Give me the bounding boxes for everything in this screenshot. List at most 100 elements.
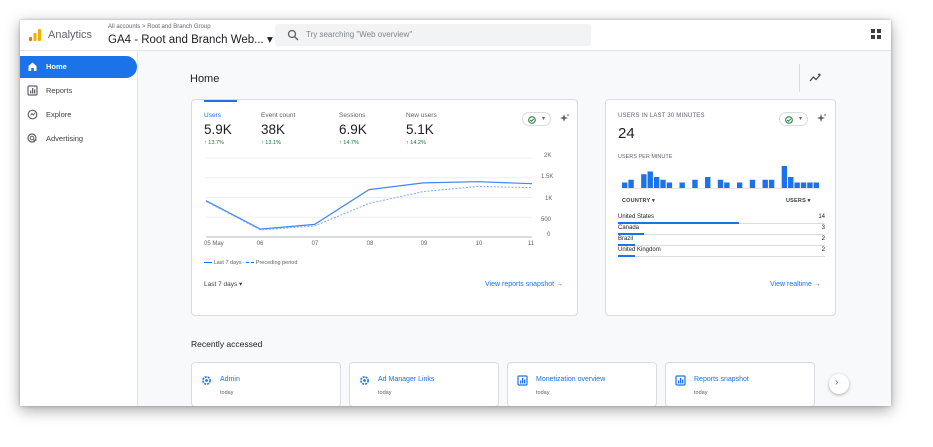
minute-bar [622, 182, 628, 188]
legend-label: Last 7 days [213, 260, 242, 266]
minute-bar [781, 166, 788, 188]
country-name: Canada [618, 225, 640, 231]
sidebar-item-advertising[interactable]: Advertising [20, 128, 137, 150]
country-name: United States [618, 214, 655, 220]
carousel-next-button[interactable]: › [829, 374, 849, 394]
x-tick-label: 05 May [204, 241, 224, 247]
recent-item-title: Reports snapshot [694, 376, 749, 383]
gear-icon [360, 376, 369, 385]
sidebar-item-explore[interactable]: Explore [20, 104, 137, 126]
recent-item-time: today [694, 390, 708, 396]
recent-item-ad-manager-links[interactable]: Ad Manager Links today [349, 362, 499, 406]
insights-icon [809, 73, 821, 82]
table-row[interactable]: Brazil 2 [618, 235, 825, 246]
report-icon [517, 375, 528, 386]
report-icon [675, 375, 686, 386]
home-icon [28, 62, 37, 71]
app-window: Analytics All accounts > Root and Branch… [20, 20, 891, 406]
sidebar-item-label: Reports [46, 86, 73, 95]
main-content: Home Users 5.9K ↑ 13.7% Event count 38K … [138, 51, 891, 406]
table-row[interactable]: United Kingdom 2 [618, 246, 825, 257]
x-tick-label: 10 [475, 241, 483, 247]
minute-bar [749, 179, 756, 188]
top-bar: Analytics All accounts > Root and Branch… [20, 20, 891, 51]
minute-bar [800, 182, 807, 188]
minute-bar [807, 182, 813, 188]
recent-item-title: Admin [220, 376, 240, 383]
x-tick-label: 06 [256, 241, 264, 247]
minute-bar [628, 179, 634, 188]
y-tick-label: 500 [541, 217, 552, 223]
sidebar-item-label: Explore [46, 110, 72, 119]
breadcrumb[interactable]: All accounts > Root and Branch Group [108, 24, 211, 30]
minute-bar [641, 174, 647, 188]
legend-swatch-dashed [246, 262, 255, 264]
property-selector[interactable]: GA4 - Root and Branch Web... ▾ [108, 32, 273, 46]
reports-icon [27, 85, 38, 96]
x-tick-label: 08 [366, 241, 374, 247]
search-icon [287, 29, 299, 41]
sidebar-item-home[interactable]: Home [20, 56, 137, 78]
date-range-dropdown[interactable]: Last 7 days ▾ [204, 280, 242, 288]
y-tick-label: 1K [545, 196, 553, 202]
x-tick-label: 07 [311, 241, 319, 247]
view-realtime-link[interactable]: View realtime → [770, 281, 821, 288]
page-title: Home [190, 73, 220, 85]
sidebar-item-label: Advertising [46, 134, 84, 143]
recent-item-time: today [536, 390, 550, 396]
insights-button[interactable] [799, 64, 831, 92]
sidebar-item-label: Home [46, 62, 67, 71]
table-row[interactable]: United States 14 [618, 213, 825, 224]
minute-bar [666, 182, 673, 188]
minute-bar [692, 179, 698, 188]
minute-bar [762, 179, 768, 188]
country-name: United Kingdom [618, 247, 661, 253]
row-divider [618, 256, 825, 257]
users-column-header[interactable]: USERS ▾ [786, 198, 811, 204]
explore-icon [27, 109, 38, 120]
advertising-icon [27, 133, 37, 143]
minute-bar [717, 179, 724, 188]
minute-bar [705, 177, 711, 188]
search-bar[interactable]: Try searching "Web overview" [275, 24, 591, 46]
app-name: Analytics [48, 29, 93, 41]
recent-item-time: today [378, 390, 392, 396]
series-line-previous [205, 185, 533, 231]
minute-bar [794, 182, 800, 188]
country-users: 14 [818, 214, 825, 220]
recent-item-reports-snapshot[interactable]: Reports snapshot today [665, 362, 815, 406]
analytics-logo-icon[interactable] [28, 28, 42, 42]
y-tick-label: 1.5K [541, 174, 554, 180]
apps-grid-icon[interactable] [871, 29, 881, 39]
legend-current: Last 7 days Preceding period [204, 260, 297, 266]
y-tick-label: 0 [547, 232, 551, 238]
row-bar [618, 255, 635, 257]
recent-item-admin[interactable]: Admin today [191, 362, 341, 406]
country-column-header[interactable]: COUNTRY ▾ [622, 198, 655, 204]
sidebar: Home Reports Explore Advertising [20, 51, 138, 406]
series-line-current [205, 181, 533, 230]
recent-item-time: today [220, 390, 234, 396]
x-tick-label: 11 [527, 241, 535, 247]
legend-swatch [204, 262, 212, 264]
recent-item-monetization-overview[interactable]: Monetization overview today [507, 362, 657, 406]
view-reports-snapshot-link[interactable]: View reports snapshot → [485, 281, 563, 288]
country-users: 2 [821, 236, 825, 242]
sidebar-item-reports[interactable]: Reports [20, 80, 137, 102]
country-name: Brazil [618, 236, 634, 242]
minute-bar [736, 182, 743, 188]
minute-bar [768, 179, 775, 188]
search-placeholder: Try searching "Web overview" [306, 30, 413, 39]
minute-bar [660, 179, 666, 188]
minute-bar [647, 171, 653, 188]
minute-bar [679, 182, 685, 188]
x-tick-label: 09 [420, 241, 428, 247]
realtime-card: USERS IN LAST 30 MINUTES 24 ▾ USERS PER … [605, 99, 836, 316]
table-row[interactable]: Canada 3 [618, 224, 825, 235]
y-tick-label: 2K [544, 153, 552, 159]
country-users: 2 [821, 247, 825, 253]
recently-accessed-title: Recently accessed [191, 339, 263, 349]
minute-bar [653, 177, 660, 188]
minute-bar [813, 182, 819, 188]
gear-icon [202, 376, 211, 385]
